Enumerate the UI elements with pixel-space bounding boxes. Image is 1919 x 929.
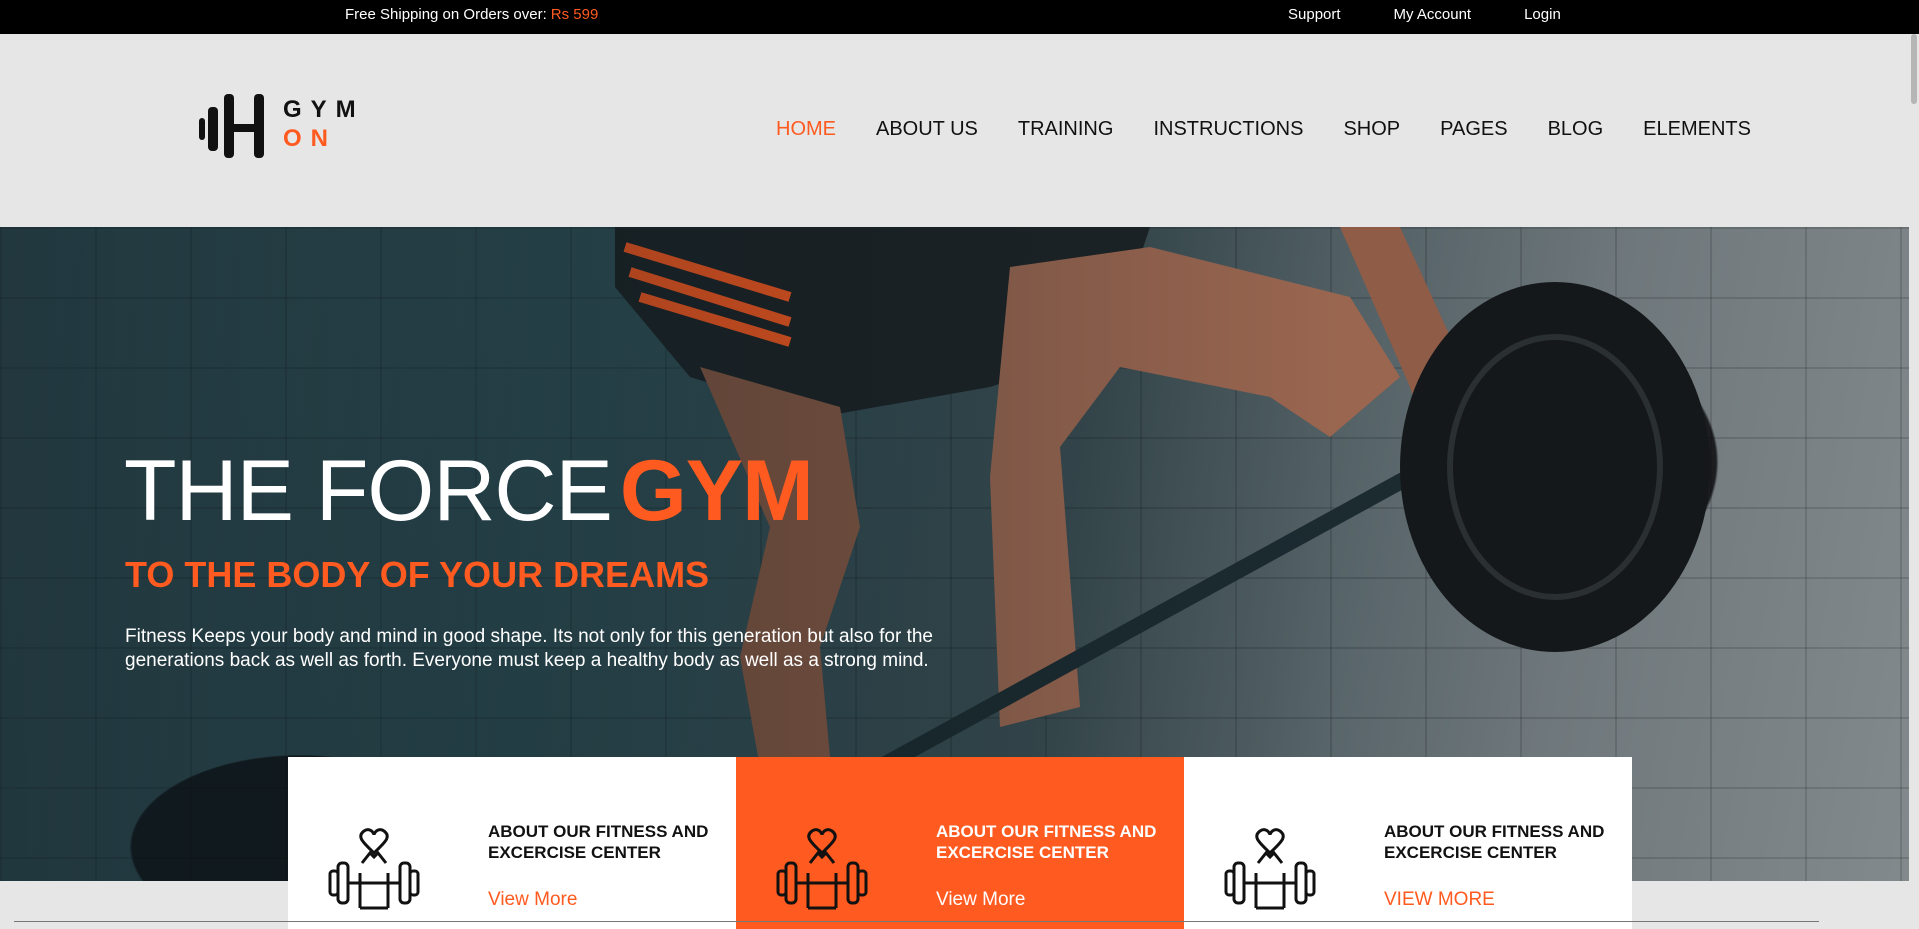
feature-card-title: ABOUT OUR FITNESS AND EXCERCISE CENTER bbox=[488, 822, 709, 862]
login-link[interactable]: Login bbox=[1524, 6, 1561, 23]
nav-home[interactable]: HOME bbox=[776, 118, 836, 141]
nav-instructions[interactable]: INSTRUCTIONS bbox=[1153, 118, 1303, 141]
feature-card-title: ABOUT OUR FITNESS AND EXCERCISE CENTER bbox=[1384, 822, 1605, 862]
hero-title-main: THE FORCE bbox=[124, 443, 613, 539]
nav-elements[interactable]: ELEMENTS bbox=[1643, 118, 1751, 141]
shipping-notice: Free Shipping on Orders over: Rs 599 bbox=[345, 6, 598, 23]
top-links: Support My Account Login bbox=[1288, 6, 1614, 23]
hero-description: Fitness Keeps your body and mind in good… bbox=[125, 626, 933, 671]
shipping-price: Rs 599 bbox=[550, 6, 599, 23]
my-account-link[interactable]: My Account bbox=[1394, 6, 1472, 23]
nav-training[interactable]: TRAINING bbox=[1018, 118, 1114, 141]
fitness-heart-icon bbox=[1224, 828, 1316, 910]
shipping-text: Free Shipping on Orders over: bbox=[345, 6, 547, 23]
view-more-link[interactable]: View More bbox=[488, 889, 577, 911]
nav-shop[interactable]: SHOP bbox=[1343, 118, 1400, 141]
hero-title: THE FORCEGYM bbox=[124, 442, 814, 541]
feature-card-highlighted: ABOUT OUR FITNESS AND EXCERCISE CENTER V… bbox=[736, 757, 1184, 929]
hero-title-accent: GYM bbox=[619, 443, 814, 539]
logo-text-gym: GYM bbox=[283, 96, 365, 123]
feature-card: ABOUT OUR FITNESS AND EXCERCISE CENTER V… bbox=[1184, 757, 1632, 929]
view-more-link[interactable]: View More bbox=[936, 889, 1025, 911]
fitness-heart-icon bbox=[328, 828, 420, 910]
page-scrollbar[interactable] bbox=[1909, 34, 1919, 929]
dumbbell-icon bbox=[199, 94, 264, 158]
hero-subtitle: TO THE BODY OF YOUR DREAMS bbox=[125, 554, 710, 595]
main-nav: HOME ABOUT US TRAINING INSTRUCTIONS SHOP… bbox=[776, 118, 1791, 141]
top-bar: Free Shipping on Orders over: Rs 599 Supp… bbox=[0, 0, 1919, 34]
site-header: GYM ON HOME ABOUT US TRAINING INSTRUCTIO… bbox=[0, 34, 1919, 227]
nav-blog[interactable]: BLOG bbox=[1548, 118, 1604, 141]
section-divider bbox=[14, 921, 1819, 922]
scrollbar-thumb[interactable] bbox=[1911, 34, 1917, 104]
feature-cards: ABOUT OUR FITNESS AND EXCERCISE CENTER V… bbox=[288, 757, 1632, 929]
nav-about-us[interactable]: ABOUT US bbox=[876, 118, 978, 141]
fitness-heart-icon bbox=[776, 828, 868, 910]
support-link[interactable]: Support bbox=[1288, 6, 1341, 23]
feature-card: ABOUT OUR FITNESS AND EXCERCISE CENTER V… bbox=[288, 757, 736, 929]
feature-card-title: ABOUT OUR FITNESS AND EXCERCISE CENTER bbox=[936, 822, 1157, 862]
site-logo[interactable]: GYM ON bbox=[199, 94, 359, 164]
nav-pages[interactable]: PAGES bbox=[1440, 118, 1507, 141]
view-more-link[interactable]: VIEW MORE bbox=[1384, 889, 1495, 911]
logo-text-on: ON bbox=[283, 125, 337, 152]
